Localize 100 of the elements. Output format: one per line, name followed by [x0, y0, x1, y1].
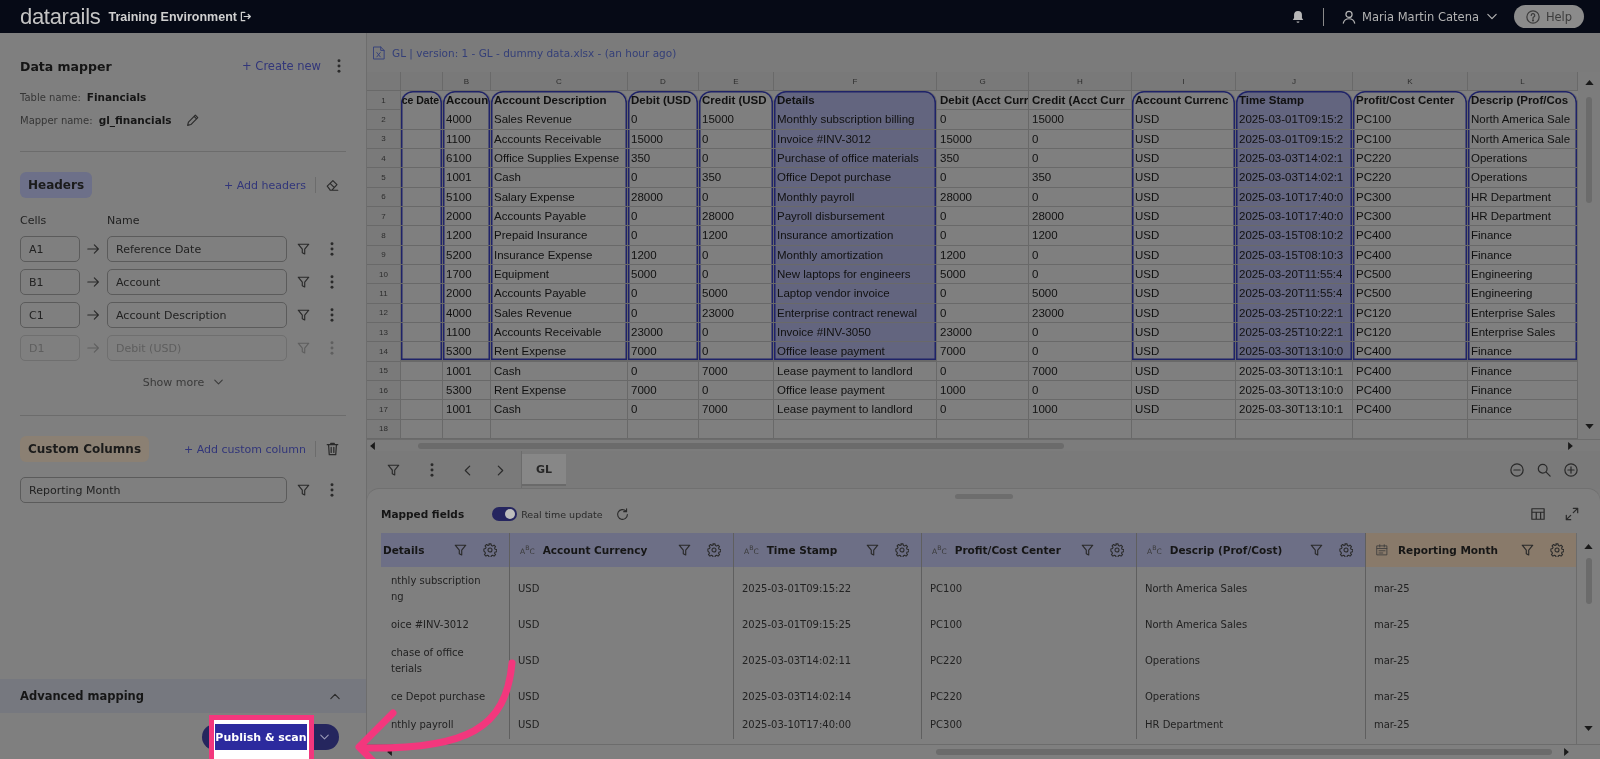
logo[interactable]: datarails [20, 3, 101, 30]
sheet-cell[interactable]: 5100 [443, 187, 491, 207]
sheet-cell[interactable]: 350 [1029, 168, 1132, 188]
sheet-cell[interactable]: 1001 [443, 400, 491, 420]
chevron-left-icon[interactable] [464, 464, 471, 476]
sheet-cell[interactable]: 1200 [937, 245, 1029, 265]
column-heading[interactable]: L [1468, 72, 1578, 91]
sheet-cell[interactable]: PC120 [1353, 303, 1468, 323]
sheet-cell[interactable]: 0 [937, 226, 1029, 246]
scroll-down-icon[interactable] [1584, 726, 1593, 731]
sheet-cell[interactable]: 0 [628, 303, 699, 323]
eraser-icon[interactable] [326, 178, 339, 192]
chevron-right-icon[interactable] [497, 464, 504, 476]
create-new-link[interactable]: + Create new [242, 59, 321, 73]
sheet-cell[interactable]: PC120 [1353, 322, 1468, 343]
sheet-cell[interactable]: 2025-03-30T13:10:0 [1236, 380, 1353, 401]
sheet-cell[interactable]: PC400 [1353, 226, 1468, 246]
split-button[interactable]: Publish & scan [202, 724, 339, 750]
sheet-cell[interactable]: USD [1132, 322, 1236, 343]
sheet-cell[interactable]: 0 [1029, 342, 1132, 362]
settings-icon[interactable] [707, 543, 721, 557]
sheet-cell[interactable]: USD [1132, 342, 1236, 362]
sheet-cell[interactable]: 1200 [1029, 226, 1132, 246]
row-heading[interactable]: 11 [367, 284, 401, 304]
sheet-cell[interactable]: 0 [628, 110, 699, 130]
row-heading[interactable]: 3 [367, 129, 401, 149]
toggle-switch[interactable] [492, 507, 518, 521]
sheet-cell[interactable]: 0 [628, 361, 699, 381]
sheet-cell[interactable]: 0 [628, 400, 699, 420]
filter-icon[interactable] [297, 308, 310, 322]
sheet-cell[interactable]: 1100 [443, 322, 491, 343]
sheet-cell[interactable]: 5300 [443, 342, 491, 362]
sheet-cell[interactable]: 2025-03-01T09:15:2 [1236, 110, 1353, 130]
sheet-cell[interactable]: 7000 [628, 342, 699, 362]
sheet-cell[interactable]: 2025-03-10T17:40:0 [1236, 206, 1353, 227]
sheet-cell[interactable]: 7000 [937, 342, 1029, 362]
filter-icon[interactable] [297, 483, 310, 497]
sheet-cell[interactable]: USD [1132, 245, 1236, 265]
sheet-cell[interactable]: 15000 [937, 129, 1029, 149]
more-icon[interactable] [330, 483, 334, 497]
sheet-cell[interactable]: Office lease payment [774, 380, 937, 401]
sheet-cell[interactable]: USD [1132, 206, 1236, 227]
sheet-cell[interactable]: 23000 [628, 322, 699, 343]
sheet-cell[interactable]: PC400 [1353, 380, 1468, 401]
zoom-out-icon[interactable] [1510, 463, 1524, 477]
filter-icon[interactable] [1521, 543, 1534, 557]
row-heading[interactable]: 12 [367, 303, 401, 323]
scroll-right-icon[interactable] [1568, 441, 1573, 450]
sheet-cell[interactable]: 2025-03-25T10:22:1 [1236, 303, 1353, 323]
sheet-cell[interactable]: USD [1132, 303, 1236, 323]
filter-icon[interactable] [297, 242, 310, 256]
sheet-cell[interactable]: 1000 [1029, 400, 1132, 420]
column-header[interactable]: Reporting Month [1365, 533, 1576, 567]
sheet-cell[interactable]: Insurance Expense [491, 245, 628, 265]
sheet-cell[interactable]: Rent Expense [491, 342, 628, 362]
sheet-header-cell[interactable]: Credit (Acct Curr [1029, 91, 1132, 111]
sheet-cell[interactable]: USD [1132, 400, 1236, 420]
sheet-cell[interactable]: PC100 [1353, 110, 1468, 130]
cell-field[interactable]: A1 [20, 236, 80, 262]
sheet-cell[interactable]: 5300 [443, 380, 491, 401]
sheet-cell[interactable]: New laptops for engineers [774, 264, 937, 285]
sheet-cell[interactable]: 2025-03-01T09:15:2 [1236, 129, 1353, 149]
sheet-cell[interactable]: 0 [937, 400, 1029, 420]
row-heading[interactable]: 2 [367, 110, 401, 130]
row-heading[interactable]: 8 [367, 226, 401, 246]
column-heading[interactable]: K [1353, 72, 1468, 91]
more-icon[interactable] [330, 275, 334, 289]
sheet-cell[interactable]: Monthly subscription billing [774, 110, 937, 130]
sheet-cell[interactable]: Office lease payment [774, 342, 937, 362]
sheet-cell[interactable]: PC220 [1353, 149, 1468, 169]
row-heading[interactable]: 13 [367, 322, 401, 343]
sheet-cell[interactable]: 0 [699, 264, 774, 285]
add-headers-link[interactable]: + Add headers [224, 178, 306, 192]
sheet-cell[interactable]: Laptop vendor invoice [774, 284, 937, 304]
sheet-cell[interactable]: 2000 [443, 206, 491, 227]
row-heading[interactable]: 17 [367, 400, 401, 420]
sheet-cell[interactable]: 2025-03-03T14:02:1 [1236, 149, 1353, 169]
sheet-cell[interactable]: 28000 [937, 187, 1029, 207]
sheet-cell[interactable]: 4000 [443, 110, 491, 130]
sheet-cell[interactable]: USD [1132, 168, 1236, 188]
more-icon[interactable] [330, 308, 334, 322]
sheet-cell[interactable]: 0 [1029, 149, 1132, 169]
sheet-cell[interactable]: USD [1132, 284, 1236, 304]
sheet-cell[interactable]: 23000 [699, 303, 774, 323]
sheet-cell[interactable]: 2000 [443, 284, 491, 304]
sheet-cell[interactable]: 0 [699, 380, 774, 401]
sheet-cell[interactable]: 0 [937, 284, 1029, 304]
search-icon[interactable] [1537, 463, 1551, 477]
sheet-cell[interactable]: 7000 [699, 361, 774, 381]
name-field[interactable]: Account [107, 269, 287, 295]
sheet-cell[interactable]: 2025-03-30T13:10:1 [1236, 361, 1353, 381]
row-heading[interactable]: 16 [367, 380, 401, 401]
sheet-cell[interactable]: 1200 [443, 226, 491, 246]
sheet-cell[interactable]: 7000 [699, 400, 774, 420]
filter-icon[interactable] [1310, 543, 1323, 557]
sheet-cell[interactable]: 0 [628, 226, 699, 246]
sheet-cell[interactable]: 0 [1029, 187, 1132, 207]
sheet-cell[interactable]: USD [1132, 264, 1236, 285]
sheet-cell[interactable]: USD [1132, 226, 1236, 246]
sheet-cell[interactable]: PC400 [1353, 245, 1468, 265]
